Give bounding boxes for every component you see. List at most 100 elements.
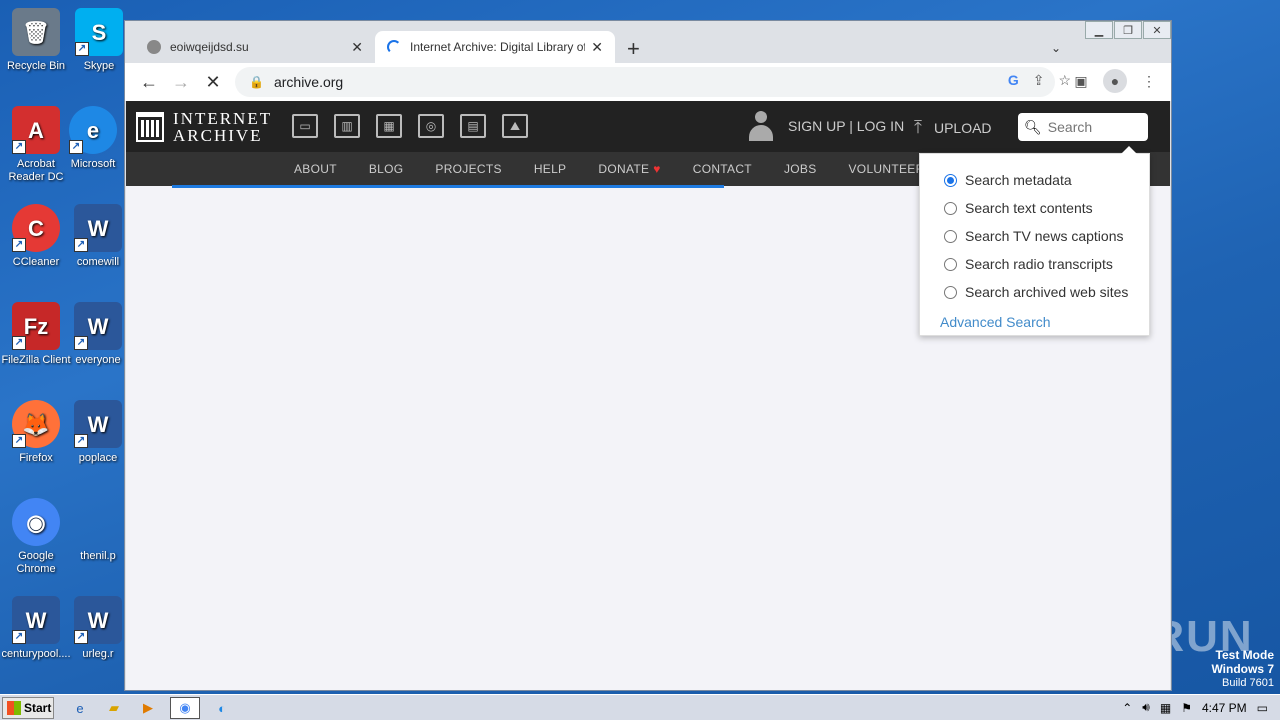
tab-close-icon[interactable]: ✕ bbox=[351, 39, 363, 56]
upload-label: UPLOAD bbox=[933, 119, 992, 136]
action-center-flag-icon[interactable]: ⚑ bbox=[1181, 701, 1192, 715]
skype-icon[interactable]: S ↗ Skype bbox=[74, 8, 124, 73]
search-options-dropdown: Search metadata Search text contents Sea… bbox=[919, 146, 1150, 336]
url-text: archive.org bbox=[273, 74, 344, 90]
nav-help[interactable]: HELP bbox=[534, 162, 567, 176]
desktop-icon-label: Firefox bbox=[19, 452, 53, 464]
wordmark-line2: ARCHIVE bbox=[173, 126, 263, 145]
desktop-icon-label: Skype bbox=[83, 60, 115, 72]
file-glyph bbox=[74, 498, 122, 546]
page-viewport: INTERNET ARCHIVE ▭ ▥ ▦ ◎ ▤ ⛰ SIGN UP | L… bbox=[126, 101, 1170, 690]
video-film-icon[interactable]: ▦ bbox=[376, 114, 402, 138]
file-icon[interactable]: thenil.p bbox=[72, 498, 124, 563]
search-option-radio[interactable]: Search radio transcripts bbox=[944, 250, 1149, 278]
network-icon[interactable]: ▦ bbox=[1160, 701, 1171, 715]
nav-blog[interactable]: BLOG bbox=[369, 162, 404, 176]
search-option-web[interactable]: Search archived web sites bbox=[944, 278, 1149, 306]
images-icon[interactable]: ⛰ bbox=[502, 114, 528, 138]
media-player-icon[interactable]: ▶ bbox=[136, 697, 160, 719]
upload-button[interactable]: ⤒ UPLOAD bbox=[914, 117, 992, 138]
microsoft-edge-icon[interactable]: e ↗ Microsoft bbox=[62, 106, 124, 171]
omnibox-actions: G ⇪ ☆ bbox=[1008, 72, 1071, 89]
tab-eoiwqeijdsd[interactable]: eoiwqeijdsd.su ✕ bbox=[135, 31, 375, 63]
google-lens-icon[interactable]: G bbox=[1008, 72, 1019, 89]
skype-glyph: S ↗ bbox=[75, 8, 123, 56]
word-doc-icon[interactable]: W ↗ centurypool.... bbox=[0, 596, 72, 661]
tray-expand-icon[interactable]: ⌃ bbox=[1122, 701, 1132, 715]
radio-button[interactable] bbox=[944, 285, 957, 299]
ie-icon[interactable]: e bbox=[68, 697, 92, 719]
share-icon[interactable]: ⇪ bbox=[1033, 72, 1045, 89]
account-menu[interactable]: SIGN UP | LOG IN bbox=[748, 111, 904, 141]
radio-button[interactable] bbox=[944, 173, 957, 187]
start-button[interactable]: Start bbox=[2, 697, 54, 719]
tab-close-icon[interactable]: ✕ bbox=[591, 39, 603, 56]
ccleaner-icon[interactable]: C ↗ CCleaner bbox=[0, 204, 72, 269]
nav-projects[interactable]: PROJECTS bbox=[435, 162, 501, 176]
option-label: Search archived web sites bbox=[965, 284, 1129, 300]
forward-arrow-icon[interactable]: → bbox=[165, 66, 197, 98]
nav-volunteer[interactable]: VOLUNTEER bbox=[849, 162, 925, 176]
search-option-text[interactable]: Search text contents bbox=[944, 194, 1149, 222]
radio-button[interactable] bbox=[944, 229, 957, 243]
tab-internet-archive[interactable]: Internet Archive: Digital Library of Fr … bbox=[375, 31, 615, 63]
subnav-links: ABOUT BLOG PROJECTS HELP DONATE ♥ CONTACT… bbox=[294, 152, 957, 186]
taskbar: Start e ▰ ▶ ◉ ◐ ⌃ 🔊︎ ▦ ⚑ 4:47 PM ▭ bbox=[0, 694, 1280, 720]
filezilla-icon[interactable]: Fz ↗ FileZilla Client bbox=[0, 302, 72, 367]
address-bar[interactable]: 🔒 archive.org bbox=[235, 67, 1055, 97]
nav-about[interactable]: ABOUT bbox=[294, 162, 337, 176]
toolbar-right: ▣ ● ⋮ bbox=[1069, 69, 1161, 93]
edge-taskbar-icon[interactable]: ◐ bbox=[210, 697, 234, 719]
search-input[interactable] bbox=[1047, 119, 1140, 135]
desktop-icon-label: Google Chrome bbox=[16, 550, 56, 575]
edge-glyph: e ↗ bbox=[69, 106, 117, 154]
desktop-icon-label: Acrobat Reader DC bbox=[8, 158, 64, 183]
profile-avatar-icon[interactable]: ● bbox=[1103, 69, 1127, 93]
loading-progress-bar bbox=[172, 185, 724, 188]
chrome-menu-icon[interactable]: ⋮ bbox=[1137, 69, 1161, 93]
chrome-icon[interactable]: ◉ Google Chrome bbox=[0, 498, 72, 576]
word-glyph: W ↗ bbox=[74, 596, 122, 644]
recycle-bin-icon[interactable]: 🗑 Recycle Bin bbox=[0, 8, 72, 73]
ia-top-nav: INTERNET ARCHIVE ▭ ▥ ▦ ◎ ▤ ⛰ SIGN UP | L… bbox=[126, 101, 1170, 152]
chrome-glyph: ◉ bbox=[12, 498, 60, 546]
firefox-icon[interactable]: 🦊 ↗ Firefox bbox=[0, 400, 72, 465]
side-panel-icon[interactable]: ▣ bbox=[1069, 69, 1093, 93]
word-doc-icon[interactable]: W ↗ poplace bbox=[72, 400, 124, 465]
system-tray: ⌃ 🔊︎ ▦ ⚑ 4:47 PM ▭ bbox=[1122, 700, 1268, 715]
word-doc-icon[interactable]: W ↗ comewill bbox=[72, 204, 124, 269]
filezilla-glyph: Fz ↗ bbox=[12, 302, 60, 350]
ia-logo[interactable]: INTERNET ARCHIVE bbox=[136, 110, 272, 144]
acrobat-glyph: A ↗ bbox=[12, 106, 60, 154]
advanced-search-link[interactable]: Advanced Search bbox=[940, 314, 1149, 330]
tab-search-chevron-icon[interactable]: ⌄ bbox=[1051, 41, 1061, 55]
desktop-icon-label: centurypool.... bbox=[1, 648, 71, 660]
tab-strip: eoiwqeijdsd.su ✕ Internet Archive: Digit… bbox=[125, 27, 1171, 63]
volume-icon[interactable]: 🔊︎ bbox=[1142, 700, 1150, 715]
web-icon[interactable]: ▭ bbox=[292, 114, 318, 138]
search-option-metadata[interactable]: Search metadata bbox=[944, 166, 1149, 194]
nav-jobs[interactable]: JOBS bbox=[784, 162, 817, 176]
software-floppy-icon[interactable]: ▤ bbox=[460, 114, 486, 138]
back-arrow-icon[interactable]: ← bbox=[133, 66, 165, 98]
nav-contact[interactable]: CONTACT bbox=[693, 162, 752, 176]
chrome-taskbar-icon[interactable]: ◉ bbox=[170, 697, 200, 719]
word-doc-icon[interactable]: W ↗ urleg.r bbox=[72, 596, 124, 661]
texts-book-icon[interactable]: ▥ bbox=[334, 114, 360, 138]
stop-loading-icon[interactable]: ✕ bbox=[197, 66, 229, 98]
show-desktop-icon[interactable]: ▭ bbox=[1257, 701, 1268, 715]
radio-button[interactable] bbox=[944, 201, 957, 215]
clock[interactable]: 4:47 PM bbox=[1202, 701, 1247, 715]
nav-donate[interactable]: DONATE ♥ bbox=[598, 162, 660, 176]
word-doc-icon[interactable]: W ↗ everyone bbox=[72, 302, 124, 367]
explorer-folder-icon[interactable]: ▰ bbox=[102, 697, 126, 719]
globe-icon bbox=[147, 40, 161, 54]
desktop-icon-label: thenil.p bbox=[80, 550, 116, 562]
search-option-tv[interactable]: Search TV news captions bbox=[944, 222, 1149, 250]
signup-login-link[interactable]: SIGN UP | LOG IN bbox=[788, 118, 904, 134]
search-icon[interactable]: 🔍︎ bbox=[1024, 119, 1042, 136]
ia-search-box[interactable]: 🔍︎ bbox=[1018, 113, 1148, 141]
new-tab-button[interactable]: + bbox=[627, 38, 640, 60]
audio-speaker-icon[interactable]: ◎ bbox=[418, 114, 444, 138]
radio-button[interactable] bbox=[944, 257, 957, 271]
